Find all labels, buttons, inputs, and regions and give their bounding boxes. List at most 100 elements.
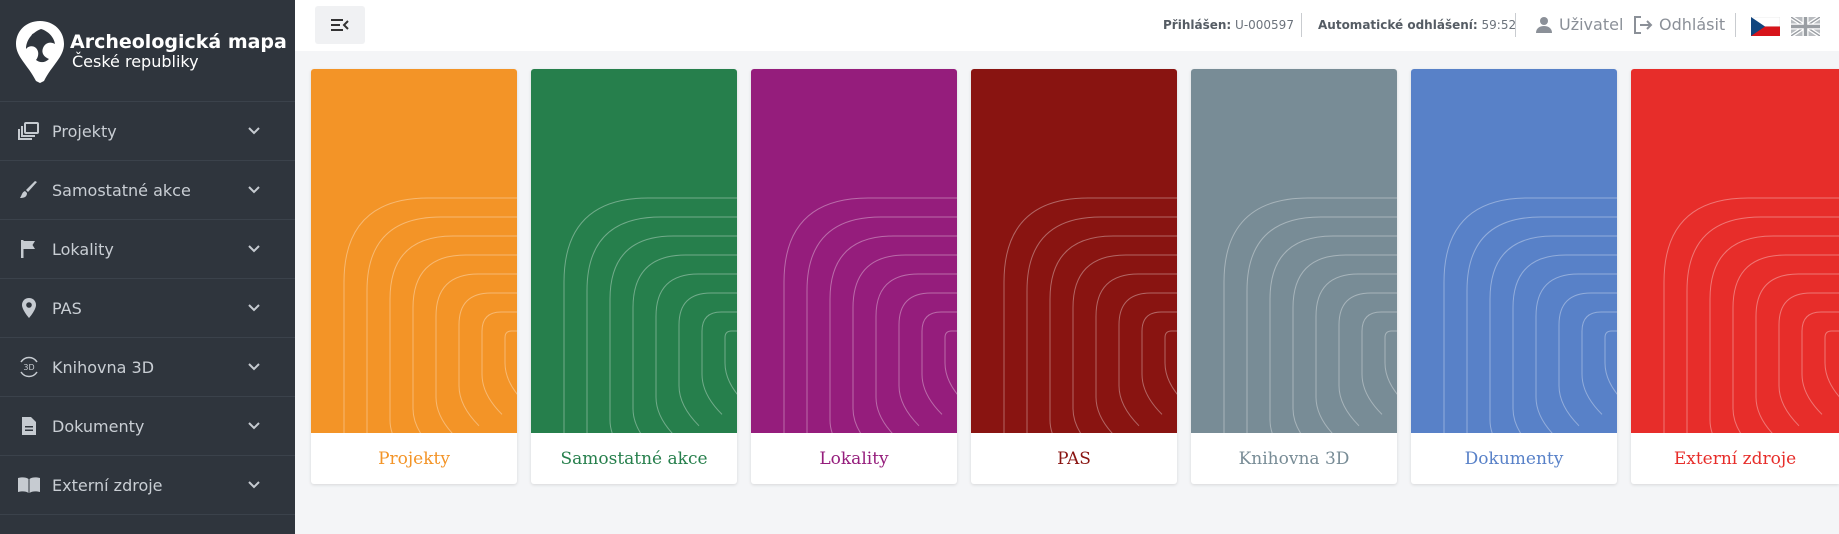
contour-line — [504, 330, 517, 395]
contour-line — [1223, 197, 1397, 433]
contour-line — [389, 235, 517, 433]
divider — [1735, 13, 1736, 37]
tile-knihovna-3d[interactable]: Knihovna 3D — [1191, 69, 1397, 484]
chevron-down-icon — [248, 363, 260, 371]
contour-line — [343, 197, 517, 433]
contour-line — [1361, 311, 1397, 415]
contour-lines-decoration — [1223, 197, 1397, 433]
contour-line — [1824, 330, 1839, 398]
brand-subtitle: České republiky — [72, 51, 199, 71]
english-flag-icon[interactable] — [1791, 17, 1820, 36]
tile-label: Externí zdroje — [1673, 448, 1797, 469]
tile-label: Samostatné akce — [560, 448, 708, 469]
tile-samostatne-akce[interactable]: Samostatné akce — [531, 69, 737, 484]
contour-line — [1118, 292, 1177, 427]
user-label: Uživatel — [1559, 15, 1624, 34]
contour-line — [1049, 235, 1177, 433]
tile-label: Knihovna 3D — [1238, 448, 1350, 469]
logout-link[interactable]: Odhlásit — [1633, 15, 1725, 34]
divider — [1301, 13, 1302, 37]
sidebar-item-lokality[interactable]: Lokality — [0, 220, 295, 279]
auto-logout-timer: 59:52 — [1481, 18, 1517, 32]
contour-line — [1604, 330, 1617, 395]
contour-line — [1512, 254, 1617, 433]
contour-line — [481, 311, 517, 415]
chevron-down-icon — [248, 245, 260, 253]
contour-lines-decoration — [1443, 197, 1617, 433]
contour-lines-decoration — [783, 197, 957, 433]
tile-color-area — [1411, 69, 1617, 433]
logged-in-value: U-000597 — [1235, 18, 1294, 32]
contour-line — [921, 311, 957, 415]
contour-line — [1269, 235, 1397, 433]
flag-icon — [17, 237, 41, 261]
contour-line — [1003, 197, 1177, 433]
contour-line — [1778, 292, 1839, 427]
brand[interactable]: Archeologická mapa České republiky — [0, 0, 295, 102]
auto-logout-label: Automatické odhlášení: — [1318, 18, 1478, 32]
sidebar-item-projekty[interactable]: Projekty — [0, 102, 295, 161]
book-icon — [17, 473, 41, 497]
logout-label: Odhlásit — [1659, 15, 1726, 34]
sidebar-item-label: PAS — [52, 298, 82, 318]
auto-logout-info: Automatické odhlášení: 59:52 — [1318, 18, 1516, 32]
chevron-down-icon — [248, 481, 260, 489]
sidebar-item-label: Samostatné akce — [52, 180, 191, 200]
sidebar-item-externi-zdroje[interactable]: Externí zdroje — [0, 456, 295, 515]
contour-line — [852, 254, 957, 433]
sidebar-item-pas[interactable]: PAS — [0, 279, 295, 338]
contour-line — [609, 235, 737, 433]
sidebar-item-label: Externí zdroje — [52, 475, 163, 495]
tile-label: PAS — [1057, 448, 1091, 469]
contour-line — [1732, 254, 1839, 433]
contour-line — [701, 311, 737, 415]
tile-label: Projekty — [378, 448, 450, 469]
contour-line — [632, 254, 737, 433]
contour-line — [412, 254, 517, 433]
contour-line — [1755, 273, 1839, 433]
sidebar-toggle-button[interactable] — [315, 6, 365, 44]
user-link[interactable]: Uživatel — [1535, 15, 1623, 34]
chevron-down-icon — [248, 422, 260, 430]
czech-flag-icon[interactable] — [1751, 17, 1780, 36]
contour-line — [898, 292, 957, 427]
tile-color-area — [311, 69, 517, 433]
contour-line — [1164, 330, 1177, 395]
tile-lokality[interactable]: Lokality — [751, 69, 957, 484]
contour-line — [783, 197, 957, 433]
contour-line — [458, 292, 517, 427]
sidebar-item-dokumenty[interactable]: Dokumenty — [0, 397, 295, 456]
logo-icon — [16, 20, 64, 83]
contour-line — [1489, 235, 1617, 433]
tile-dokumenty[interactable]: Dokumenty — [1411, 69, 1617, 484]
contour-line — [1072, 254, 1177, 433]
tile-label: Lokality — [819, 448, 889, 469]
chevron-down-icon — [248, 304, 260, 312]
top-header: Přihlášen: U-000597 Automatické odhlášen… — [295, 0, 1839, 51]
logged-in-info: Přihlášen: U-000597 — [1163, 18, 1294, 32]
chevron-down-icon — [248, 127, 260, 135]
tile-projekty[interactable]: Projekty — [311, 69, 517, 484]
logged-in-label: Přihlášen: — [1163, 18, 1232, 32]
contour-line — [1581, 311, 1617, 415]
sidebar: Archeologická mapa České republiky Proje… — [0, 0, 295, 534]
tile-color-area — [1631, 69, 1839, 433]
contour-lines-decoration — [1003, 197, 1177, 433]
contour-line — [678, 292, 737, 427]
projects-icon — [17, 119, 41, 143]
user-icon — [1536, 16, 1552, 33]
contour-line — [1663, 197, 1839, 433]
sidebar-item-knihovna-3d[interactable]: 3D Knihovna 3D — [0, 338, 295, 397]
tile-color-area — [531, 69, 737, 433]
contour-line — [563, 197, 737, 433]
document-icon — [17, 414, 41, 438]
contour-line — [1384, 330, 1397, 395]
divider — [1515, 13, 1516, 37]
sidebar-item-samostatne-akce[interactable]: Samostatné akce — [0, 161, 295, 220]
contour-lines-decoration — [1663, 197, 1839, 433]
tile-color-area — [971, 69, 1177, 433]
contour-lines-decoration — [563, 197, 737, 433]
contour-line — [1338, 292, 1397, 427]
tile-externi-zdroje[interactable]: Externí zdroje — [1631, 69, 1839, 484]
tile-pas[interactable]: PAS — [971, 69, 1177, 484]
